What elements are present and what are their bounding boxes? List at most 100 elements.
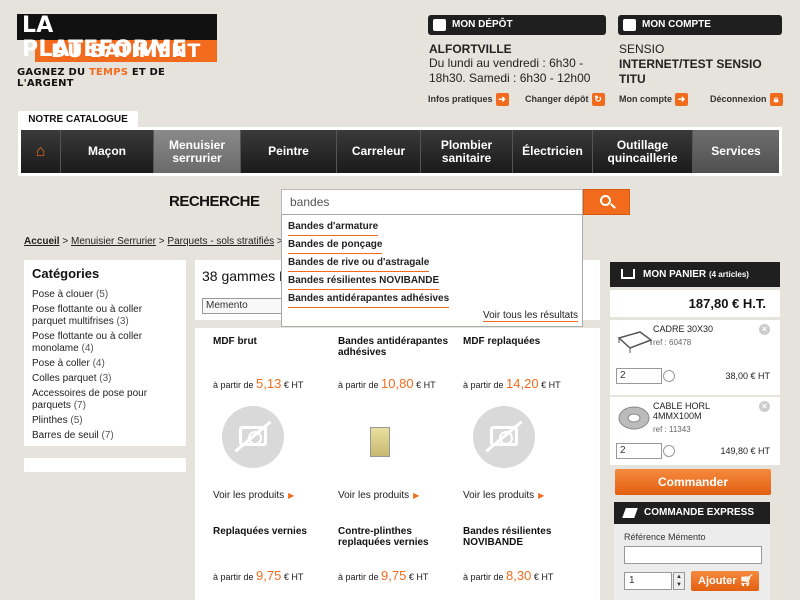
nav-menuisier-serrurier[interactable]: Menuisier serrurier xyxy=(154,130,241,173)
suggestion-item[interactable]: Bandes d'armature xyxy=(288,218,379,236)
categories-panel: Catégories Pose à clouer (5) Pose flotta… xyxy=(24,260,186,446)
cart-item-name: CADRE 30X30 xyxy=(653,324,714,334)
cart-icon: 🛒︎ xyxy=(739,575,754,587)
product-name[interactable]: Bandes résilientes NOVIBANDE xyxy=(463,526,583,548)
logo-line1: LA PLATEFORME xyxy=(17,14,217,62)
product-image[interactable] xyxy=(370,427,390,457)
site-logo[interactable]: LA PLATEFORME DU BATIMENT GAGNEZ DU TEMP… xyxy=(17,14,217,89)
logo-tagline: GAGNEZ DU TEMPS ET DE L'ARGENT xyxy=(17,67,166,89)
nav-carreleur[interactable]: Carreleur xyxy=(337,130,421,173)
express-ref-input[interactable] xyxy=(624,546,762,564)
category-item[interactable]: Pose à clouer (5) xyxy=(32,289,178,301)
product-thumbnail xyxy=(618,406,650,430)
express-icon xyxy=(622,508,638,518)
breadcrumb-home[interactable]: Accueil xyxy=(24,236,60,247)
categories-title: Catégories xyxy=(32,266,100,281)
product-card: MDF replaquées xyxy=(463,336,583,347)
account-user: SENSIO INTERNET/TEST SENSIO TITU xyxy=(619,42,762,86)
category-item[interactable]: Pose flottante ou à coller monolame (4) xyxy=(32,331,178,355)
cart-qty-input[interactable]: 2 xyxy=(616,443,662,459)
suggestion-item[interactable]: Bandes de rive ou d'astragale xyxy=(288,254,430,272)
qty-stepper[interactable]: ▲ ▼ xyxy=(673,572,685,590)
infos-pratiques-link[interactable]: Infos pratiques ➜ xyxy=(428,93,509,106)
search-button[interactable] xyxy=(583,189,630,215)
search-input[interactable]: bandes xyxy=(281,189,583,215)
filters-panel xyxy=(24,458,186,472)
logout-link[interactable]: Déconnexion 🔒︎ xyxy=(710,93,783,106)
cart-qty-input[interactable]: 2 xyxy=(616,368,662,384)
product-name[interactable]: MDF brut xyxy=(213,336,333,347)
product-card: Replaquées vernies xyxy=(213,526,333,537)
zoom-icon[interactable] xyxy=(663,445,675,457)
suggestion-item[interactable]: Bandes résilientes NOVIBANDE xyxy=(288,272,440,290)
view-products-link[interactable]: Voir les produits ▶ xyxy=(213,490,294,501)
product-price: à partir de 8,30 € HT xyxy=(463,568,554,583)
suggestion-item[interactable]: Bandes de ponçage xyxy=(288,236,383,254)
view-products-link[interactable]: Voir les produits ▶ xyxy=(463,490,544,501)
user-icon xyxy=(623,19,636,31)
cart-item-price: 38,00 € HT xyxy=(725,371,770,381)
product-card: Contre-plinthes replaquées vernies xyxy=(338,526,458,548)
breadcrumb-level1[interactable]: Menuisier Serrurier xyxy=(71,236,156,247)
zoom-icon[interactable] xyxy=(663,370,675,382)
nav-services[interactable]: Services xyxy=(693,130,779,173)
product-name[interactable]: Replaquées vernies xyxy=(213,526,333,537)
account-header: MON COMPTE xyxy=(618,15,782,35)
no-image-icon xyxy=(473,406,535,468)
product-thumbnail xyxy=(617,331,653,353)
add-button[interactable]: Ajouter 🛒︎ xyxy=(691,571,759,591)
remove-icon[interactable]: × xyxy=(759,401,770,412)
remove-icon[interactable]: × xyxy=(759,324,770,335)
nav-macon[interactable]: Maçon xyxy=(61,130,154,173)
express-order-panel: COMMANDE EXPRESS Référence Mémento 1 ▲ ▼ … xyxy=(614,502,770,600)
express-qty-input[interactable]: 1 xyxy=(624,572,672,590)
main-nav: ⌂ Maçon Menuisier serrurier Peintre Carr… xyxy=(18,127,782,176)
breadcrumb: Accueil > Menuisier Serrurier > Parquets… xyxy=(24,236,298,247)
category-item[interactable]: Plinthes (5) xyxy=(32,415,178,427)
cart-count: (4 articles) xyxy=(708,270,749,279)
category-item[interactable]: Colles parquet (3) xyxy=(32,373,178,385)
product-price: à partir de 9,75 € HT xyxy=(213,568,304,583)
nav-outillage-quincaillerie[interactable]: Outillage quincaillerie xyxy=(593,130,693,173)
change-depot-link[interactable]: Changer dépôt ↻ xyxy=(525,93,605,106)
cart-item-ref: ref : 60478 xyxy=(653,338,692,347)
product-card: Bandes résilientes NOVIBANDE xyxy=(463,526,583,548)
category-item[interactable]: Pose à coller (4) xyxy=(32,358,178,370)
logo-line2: DU BATIMENT xyxy=(35,40,217,62)
home-icon[interactable]: ⌂ xyxy=(21,130,61,173)
category-item[interactable]: Accessoires de pose pour parquets (7) xyxy=(32,388,178,412)
store-icon xyxy=(433,19,446,31)
cart-item-name: CABLE HORL 4MMX100M xyxy=(653,401,711,421)
product-price: à partir de 10,80 € HT xyxy=(338,376,436,391)
product-name[interactable]: MDF replaquées xyxy=(463,336,583,347)
product-name[interactable]: Bandes antidérapantes adhésives xyxy=(338,336,458,358)
refresh-icon: ↻ xyxy=(591,93,605,106)
suggestion-item[interactable]: Bandes antidérapantes adhésives xyxy=(288,290,450,308)
product-card: MDF brut xyxy=(213,336,333,347)
breadcrumb-level2[interactable]: Parquets - sols stratifiés xyxy=(167,236,274,247)
sort-select[interactable]: Memento xyxy=(202,298,284,314)
cart-item: CADRE 30X30 ref : 60478 × 2 38,00 € HT xyxy=(610,320,780,395)
cart-item: CABLE HORL 4MMX100M ref : 11343 × 2 149,… xyxy=(610,397,780,465)
arrow-right-icon: ➜ xyxy=(675,93,688,106)
my-account-link[interactable]: Mon compte ➜ xyxy=(619,93,688,106)
depot-hours: Du lundi au vendredi : 6h30 - 18h30. Sam… xyxy=(429,56,591,85)
cart-header[interactable]: MON PANIER (4 articles) xyxy=(610,262,780,287)
product-price: à partir de 14,20 € HT xyxy=(463,376,561,391)
nav-electricien[interactable]: Électricien xyxy=(513,130,593,173)
nav-peintre[interactable]: Peintre xyxy=(241,130,337,173)
lock-icon: 🔒︎ xyxy=(769,93,783,106)
nav-plombier-sanitaire[interactable]: Plombier sanitaire xyxy=(421,130,513,173)
arrow-right-icon: ▶ xyxy=(288,491,295,500)
depot-city: ALFORTVILLE xyxy=(429,42,512,56)
see-all-results-link[interactable]: Voir tous les résultats xyxy=(482,310,578,322)
view-products-link[interactable]: Voir les produits ▶ xyxy=(338,490,419,501)
arrow-right-icon: ➜ xyxy=(495,93,509,106)
product-name[interactable]: Contre-plinthes replaquées vernies xyxy=(338,526,458,548)
product-grid: MDF brut à partir de 5,13 € HT Voir les … xyxy=(195,328,600,600)
cart-item-price: 149,80 € HT xyxy=(720,446,770,456)
category-item[interactable]: Barres de seuil (7) xyxy=(32,430,178,442)
product-card: Bandes antidérapantes adhésives xyxy=(338,336,458,358)
order-button[interactable]: Commander xyxy=(615,469,771,495)
category-item[interactable]: Pose flottante ou à coller parquet multi… xyxy=(32,304,178,328)
